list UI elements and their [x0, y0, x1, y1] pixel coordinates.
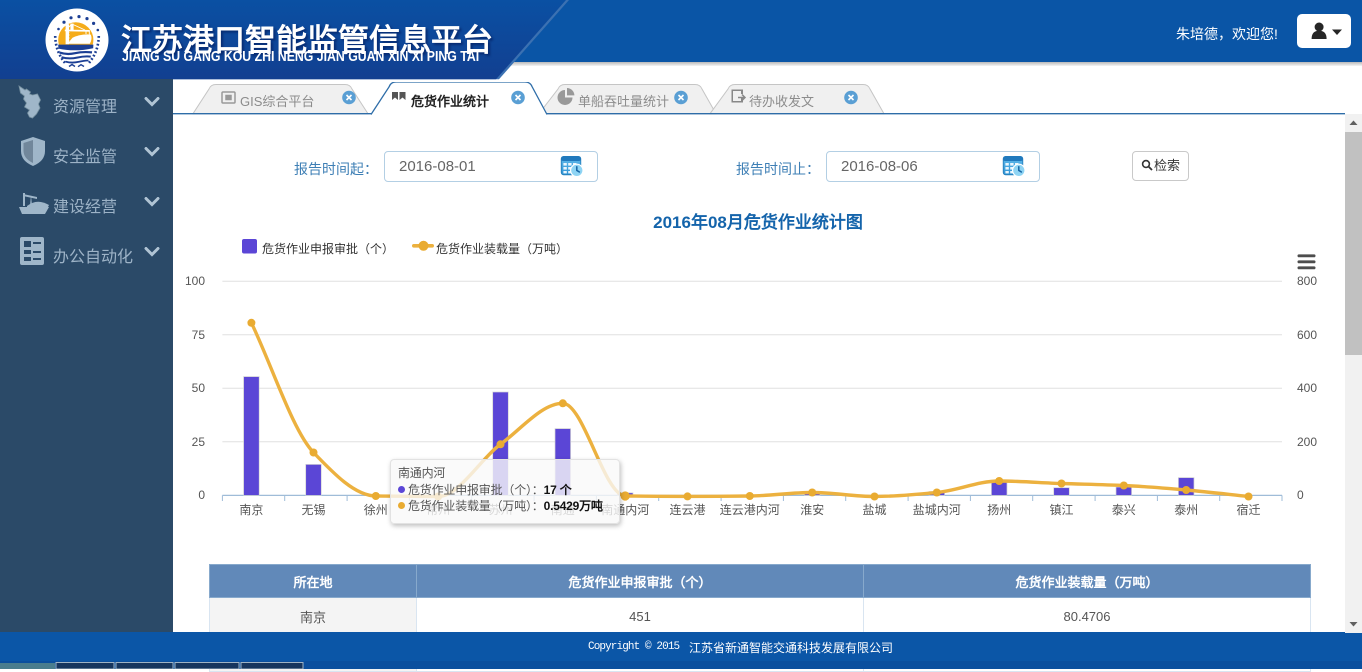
svg-text:0: 0 — [1297, 488, 1304, 502]
svg-text:50: 50 — [192, 381, 206, 395]
svg-text:75: 75 — [192, 328, 206, 342]
svg-text:盐城内河: 盐城内河 — [913, 503, 961, 517]
svg-text:600: 600 — [1297, 328, 1317, 342]
svg-text:盐城: 盐城 — [862, 503, 886, 517]
svg-text:连云港: 连云港 — [669, 502, 705, 517]
svg-text:泰兴: 泰兴 — [1112, 503, 1136, 517]
svg-text:400: 400 — [1297, 381, 1317, 395]
svg-text:泰州: 泰州 — [1174, 503, 1198, 517]
svg-text:连云港内河: 连云港内河 — [720, 502, 780, 517]
svg-text:扬州: 扬州 — [987, 502, 1011, 517]
svg-text:宿迁: 宿迁 — [1236, 502, 1260, 517]
svg-text:0: 0 — [198, 488, 205, 502]
svg-text:无锡: 无锡 — [301, 502, 325, 517]
svg-text:100: 100 — [185, 274, 205, 288]
svg-text:25: 25 — [192, 435, 206, 449]
svg-text:200: 200 — [1297, 435, 1317, 449]
svg-text:淮安: 淮安 — [800, 502, 824, 517]
svg-text:南京: 南京 — [239, 502, 263, 517]
svg-text:徐州: 徐州 — [364, 502, 388, 517]
svg-text:镇江: 镇江 — [1049, 503, 1073, 517]
svg-text:800: 800 — [1297, 274, 1317, 288]
